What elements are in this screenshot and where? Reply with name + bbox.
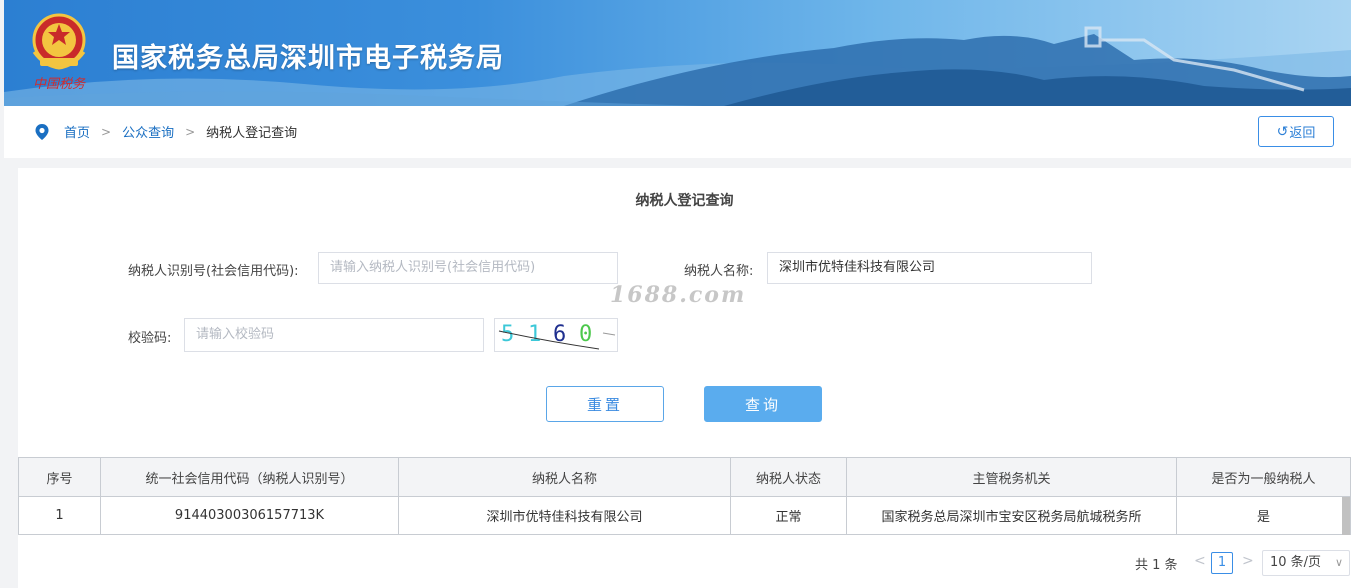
next-page-icon[interactable]: > xyxy=(1242,553,1254,569)
col-header-general-taxpayer: 是否为一般纳税人 xyxy=(1176,457,1351,497)
results-table: 序号 统一社会信用代码（纳税人识别号） 纳税人名称 纳税人状态 主管税务机关 是… xyxy=(18,457,1351,535)
pagination-total: 共 1 条 xyxy=(1135,558,1178,573)
location-pin-icon xyxy=(35,123,49,140)
tax-emblem-logo: 中国税务 xyxy=(32,13,86,92)
site-title: 国家税务总局深圳市电子税务局 xyxy=(112,43,504,74)
page-number-button[interactable]: 1 xyxy=(1211,552,1233,574)
taxpayer-name-label: 纳税人名称: xyxy=(684,264,754,279)
col-header-credit-code: 统一社会信用代码（纳税人识别号） xyxy=(100,457,399,497)
table-scrollbar[interactable] xyxy=(1342,497,1350,535)
captcha-label: 校验码: xyxy=(128,331,172,346)
chevron-down-icon: ∨ xyxy=(1334,556,1343,569)
return-icon: ↺ xyxy=(1276,123,1289,140)
cell-tax-authority: 国家税务总局深圳市宝安区税务局航城税务所 xyxy=(846,496,1177,535)
form-title: 纳税人登记查询 xyxy=(635,193,734,209)
captcha-char: 1 xyxy=(528,322,541,347)
table-header-row: 序号 统一社会信用代码（纳税人识别号） 纳税人名称 纳税人状态 主管税务机关 是… xyxy=(18,457,1351,497)
watermark: 1688.com xyxy=(610,282,747,308)
breadcrumb-current: 纳税人登记查询 xyxy=(206,126,298,141)
page-size-select[interactable]: 10 条/页 ∨ xyxy=(1262,550,1350,576)
breadcrumb-home-link[interactable]: 首页 xyxy=(64,122,90,141)
cell-status: 正常 xyxy=(730,496,847,535)
col-header-tax-authority: 主管税务机关 xyxy=(846,457,1177,497)
col-header-status: 纳税人状态 xyxy=(730,457,847,497)
captcha-input[interactable]: 请输入校验码 xyxy=(184,318,484,352)
taxpayer-id-label: 纳税人识别号(社会信用代码): xyxy=(128,264,299,279)
breadcrumb-bar: 首页 > 公众查询 > 纳税人登记查询 ↺ 返回 xyxy=(4,106,1351,158)
breadcrumb: 首页 > 公众查询 > 纳税人登记查询 xyxy=(34,122,297,141)
query-button[interactable]: 查询 xyxy=(704,386,822,422)
prev-page-icon[interactable]: < xyxy=(1194,553,1206,569)
logo-caption: 中国税务 xyxy=(33,77,86,92)
captcha-image[interactable]: 5 1 6 0 xyxy=(494,318,618,352)
cell-taxpayer-name: 深圳市优特佳科技有限公司 xyxy=(398,496,731,535)
breadcrumb-public-query-link[interactable]: 公众查询 xyxy=(122,122,174,141)
back-button-label: 返回 xyxy=(1289,126,1316,141)
header-banner: 中国税务 国家税务总局深圳市电子税务局 xyxy=(4,0,1351,106)
col-header-index: 序号 xyxy=(18,457,101,497)
captcha-char: 0 xyxy=(579,322,592,347)
taxpayer-id-input[interactable]: 请输入纳税人识别号(社会信用代码) xyxy=(318,252,618,284)
taxpayer-name-input[interactable]: 深圳市优特佳科技有限公司 xyxy=(767,252,1092,284)
captcha-graphic: 5 1 6 0 xyxy=(498,322,616,350)
col-header-taxpayer-name: 纳税人名称 xyxy=(398,457,731,497)
reset-button[interactable]: 重置 xyxy=(546,386,664,422)
back-button[interactable]: ↺ 返回 xyxy=(1258,116,1334,147)
table-row: 1 91440300306157713K 深圳市优特佳科技有限公司 正常 国家税… xyxy=(18,496,1351,535)
captcha-char: 5 xyxy=(501,322,514,347)
breadcrumb-separator: > xyxy=(185,124,196,139)
cell-index: 1 xyxy=(18,496,101,535)
page-size-value: 10 条/页 xyxy=(1270,555,1322,570)
breadcrumb-separator: > xyxy=(101,124,112,139)
cell-credit-code: 91440300306157713K xyxy=(100,496,399,535)
cell-general-taxpayer: 是 xyxy=(1176,496,1351,535)
query-panel: 纳税人登记查询 纳税人识别号(社会信用代码): 请输入纳税人识别号(社会信用代码… xyxy=(18,168,1351,588)
